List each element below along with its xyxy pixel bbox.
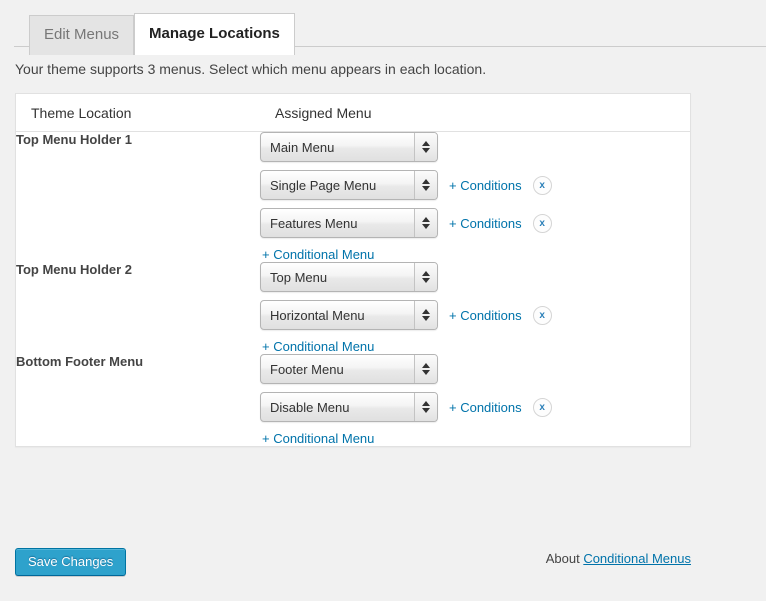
table-row: Top Menu Holder 2 Top Menu Horizontal Me… [16,262,690,354]
menu-select-value: Single Page Menu [261,171,437,194]
select-arrows-icon [414,393,437,421]
theme-location-label: Top Menu Holder 2 [16,262,260,354]
tab-manage-locations[interactable]: Manage Locations [134,13,295,55]
assigned-menu-cell: Footer Menu Disable Menu [260,354,690,446]
menu-row: Disable Menu + Conditions x [260,392,690,422]
menu-select[interactable]: Footer Menu [260,354,438,384]
select-arrows-icon [414,209,437,237]
menu-select[interactable]: Main Menu [260,132,438,162]
menu-row: Main Menu [260,132,690,162]
add-conditional-menu-link[interactable]: + Conditional Menu [262,431,374,446]
theme-location-label: Top Menu Holder 1 [16,132,260,263]
menu-select[interactable]: Top Menu [260,262,438,292]
theme-location-label: Bottom Footer Menu [16,354,260,446]
menu-select-value: Features Menu [261,209,437,232]
menu-select-value: Horizontal Menu [261,301,437,324]
menu-row: Top Menu [260,262,690,292]
save-changes-button[interactable]: Save Changes [15,548,126,576]
add-conditional-menu-link[interactable]: + Conditional Menu [262,339,374,354]
column-header-assigned-menu: Assigned Menu [260,94,690,132]
menu-row: Footer Menu [260,354,690,384]
add-conditions-link[interactable]: + Conditions [449,216,522,231]
remove-menu-button[interactable]: x [533,398,552,417]
select-arrows-icon [414,301,437,329]
column-header-theme-location: Theme Location [16,94,260,132]
table-row: Top Menu Holder 1 Main Menu Single Page … [16,132,690,263]
remove-menu-button[interactable]: x [533,214,552,233]
menu-row: Features Menu + Conditions x [260,208,690,238]
conditional-menus-link[interactable]: Conditional Menus [583,551,691,566]
about-prefix: About [546,551,580,566]
select-arrows-icon [414,355,437,383]
add-conditional-menu-link[interactable]: + Conditional Menu [262,247,374,262]
menu-select-value: Footer Menu [261,355,437,378]
menu-select-value: Disable Menu [261,393,437,416]
menu-select[interactable]: Horizontal Menu [260,300,438,330]
menu-row: Horizontal Menu + Conditions x [260,300,690,330]
table-head: Theme Location Assigned Menu [16,94,690,132]
footer-bar: Save Changes About Conditional Menus [15,548,691,580]
add-conditions-link[interactable]: + Conditions [449,308,522,323]
table-row: Bottom Footer Menu Footer Menu Disable M… [16,354,690,446]
remove-menu-button[interactable]: x [533,176,552,195]
assigned-menu-cell: Top Menu Horizontal Menu [260,262,690,354]
menu-select[interactable]: Disable Menu [260,392,438,422]
menu-select[interactable]: Features Menu [260,208,438,238]
select-arrows-icon [414,171,437,199]
menu-select-value: Top Menu [261,263,437,286]
remove-menu-button[interactable]: x [533,306,552,325]
table-header-row: Theme Location Assigned Menu [16,94,690,132]
select-arrows-icon [414,263,437,291]
add-conditions-link[interactable]: + Conditions [449,178,522,193]
add-conditions-link[interactable]: + Conditions [449,400,522,415]
tab-bar: Edit MenusManage Locations [0,0,766,47]
locations-table: Theme Location Assigned Menu Top Menu Ho… [16,94,690,446]
table-body: Top Menu Holder 1 Main Menu Single Page … [16,132,690,447]
menu-row: Single Page Menu + Conditions x [260,170,690,200]
locations-panel: Theme Location Assigned Menu Top Menu Ho… [15,93,691,447]
menu-select[interactable]: Single Page Menu [260,170,438,200]
assigned-menu-cell: Main Menu Single Page Menu [260,132,690,263]
about-text: About Conditional Menus [546,551,691,566]
tab-edit-menus[interactable]: Edit Menus [29,15,134,55]
menu-select-value: Main Menu [261,133,437,156]
select-arrows-icon [414,133,437,161]
